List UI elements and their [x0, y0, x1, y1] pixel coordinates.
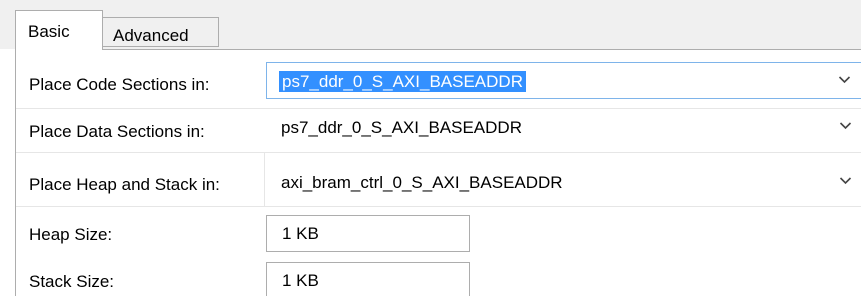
heap-size-field[interactable]	[266, 215, 470, 252]
row-separator	[16, 152, 861, 153]
heap-size-input[interactable]	[267, 216, 469, 251]
chevron-down-icon	[839, 122, 852, 130]
stack-size-label: Stack Size:	[29, 272, 115, 291]
tab-basic[interactable]: Basic	[15, 10, 103, 50]
tab-strip: Basic Advanced	[0, 0, 861, 50]
tab-advanced[interactable]: Advanced	[102, 17, 219, 47]
heap-size-label: Heap Size:	[29, 225, 113, 244]
stack-size-input[interactable]	[267, 263, 469, 296]
chevron-down-icon	[838, 76, 851, 84]
heap-stack-dropdown[interactable]: axi_bram_ctrl_0_S_AXI_BASEADDR	[266, 164, 861, 201]
linker-settings-dialog: Basic Advanced Place Code Sections in: p…	[0, 0, 861, 296]
code-sections-label: Place Code Sections in:	[29, 75, 210, 94]
tab-basic-label: Basic	[28, 22, 70, 41]
stack-size-field[interactable]	[266, 262, 470, 296]
heap-stack-label: Place Heap and Stack in:	[29, 175, 220, 194]
data-sections-value: ps7_ddr_0_S_AXI_BASEADDR	[281, 118, 522, 137]
data-sections-label: Place Data Sections in:	[29, 122, 205, 141]
code-sections-value: ps7_ddr_0_S_AXI_BASEADDR	[279, 71, 526, 92]
data-sections-dropdown[interactable]: ps7_ddr_0_S_AXI_BASEADDR	[266, 109, 861, 146]
heap-stack-value: axi_bram_ctrl_0_S_AXI_BASEADDR	[281, 173, 563, 192]
tab-advanced-label: Advanced	[113, 26, 189, 45]
code-sections-dropdown[interactable]: ps7_ddr_0_S_AXI_BASEADDR	[266, 62, 861, 99]
row-separator	[16, 206, 861, 207]
basic-panel: Place Code Sections in: ps7_ddr_0_S_AXI_…	[15, 49, 861, 296]
chevron-down-icon	[839, 177, 852, 185]
column-separator	[264, 152, 265, 206]
